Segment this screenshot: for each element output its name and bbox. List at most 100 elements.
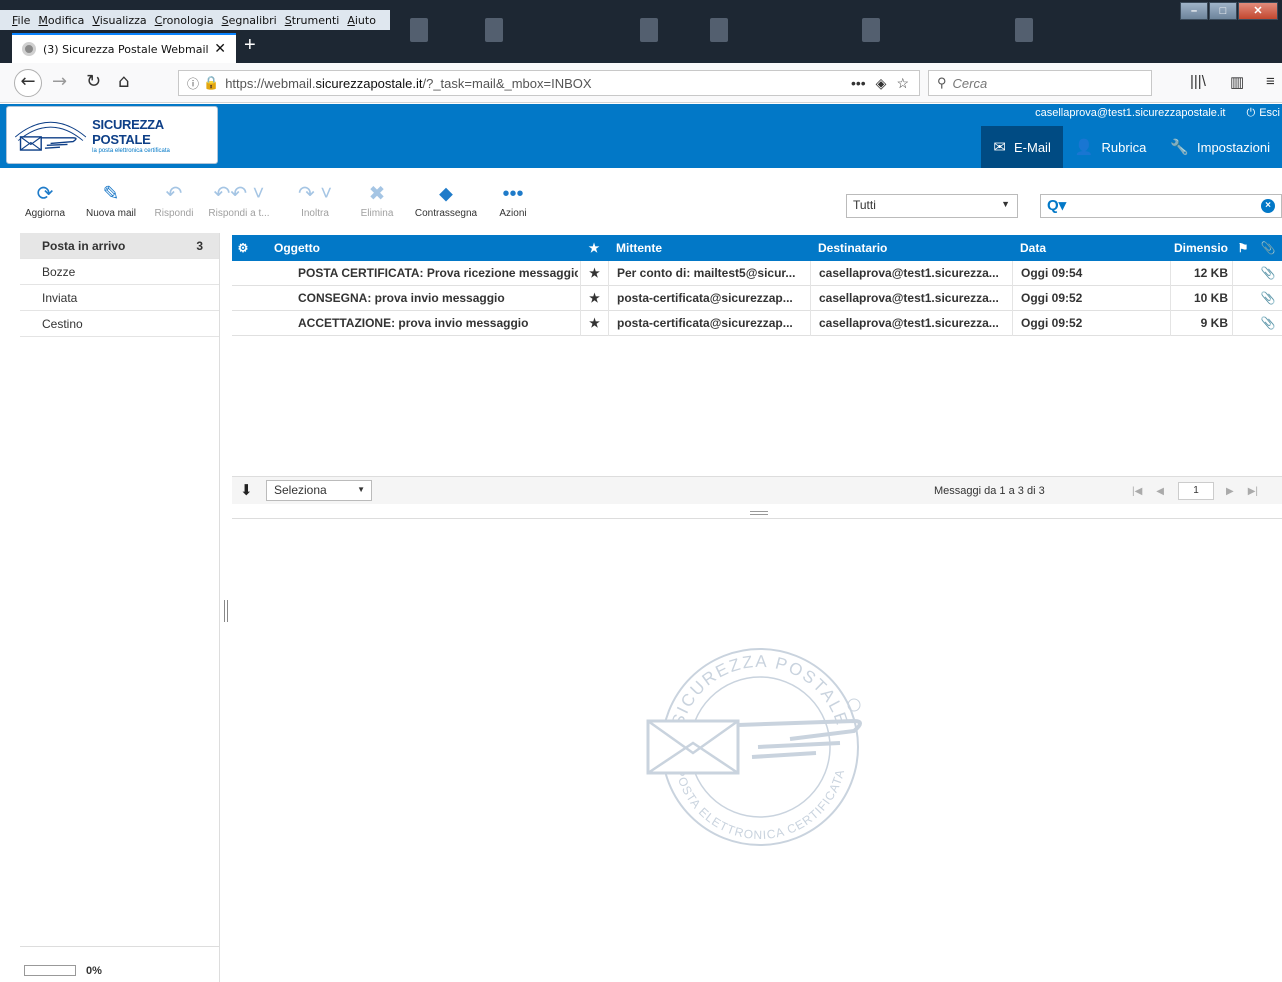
back-arrow-icon[interactable]: ←	[14, 69, 42, 97]
message-preview-pane: SICUREZZA POSTALE POSTA ELETTRONICA CERT…	[232, 518, 1282, 982]
forward-arrow-icon[interactable]: →	[52, 71, 67, 92]
quota-indicator: 0%	[20, 946, 220, 982]
column-to[interactable]: Destinatario	[810, 235, 1012, 261]
refresh-button[interactable]: ⟳ Aggiorna	[22, 180, 68, 219]
folder-inbox[interactable]: Posta in arrivo 3	[20, 233, 219, 259]
svg-text:SICUREZZA POSTALE: SICUREZZA POSTALE	[668, 652, 852, 729]
logo-mark-icon	[14, 121, 87, 151]
forward-button[interactable]: ↷ ˅ Inoltra	[290, 180, 340, 219]
wrench-icon: 🔧	[1170, 139, 1190, 156]
reply-icon: ↶	[165, 183, 183, 205]
reply-button[interactable]: ↶ Rispondi	[150, 180, 198, 219]
pocket-icon[interactable]: ◈	[876, 75, 887, 92]
delete-button[interactable]: ✖ Elimina	[356, 180, 398, 219]
library-icon[interactable]: |||\	[1190, 73, 1206, 90]
maximize-button[interactable]: □	[1209, 2, 1237, 20]
select-dropdown[interactable]: Seleziona ▼	[266, 480, 372, 501]
menu-file[interactable]: File	[12, 14, 30, 27]
column-star-icon[interactable]: ★	[580, 235, 608, 261]
preview-resize-handle[interactable]	[750, 511, 768, 515]
browser-search-input[interactable]: ⚲ Cerca	[928, 70, 1152, 96]
power-icon: ⏻	[1246, 107, 1256, 119]
nav-impostazioni[interactable]: 🔧 Impostazioni	[1158, 126, 1282, 168]
sidebar-icon[interactable]: ▥	[1230, 73, 1244, 91]
prev-page-icon[interactable]: ◀	[1156, 486, 1164, 497]
tab-title: (3) Sicurezza Postale Webmail ::	[43, 42, 209, 56]
mark-button[interactable]: ⬥ Contrassegna	[410, 180, 482, 219]
column-attachment-icon[interactable]: 📎	[1254, 235, 1282, 261]
reload-icon[interactable]: ↻	[86, 71, 101, 92]
message-row[interactable]: POSTA CERTIFICATA: Prova ricezione messa…	[232, 261, 1282, 286]
brand-name: SICUREZZA POSTALE	[92, 116, 164, 147]
last-page-icon[interactable]: ▶|	[1248, 486, 1258, 497]
reply-all-icon: ↶↶ ˅	[213, 183, 265, 205]
svg-text:POSTA ELETTRONICA CERTIFICATA: POSTA ELETTRONICA CERTIFICATA	[673, 767, 848, 842]
home-icon[interactable]: ⌂	[118, 71, 129, 92]
nav-rubrica[interactable]: 👤 Rubrica	[1063, 126, 1158, 168]
first-page-icon[interactable]: |◀	[1132, 486, 1142, 497]
search-icon: ⚲	[937, 75, 947, 90]
tag-icon: ⬥	[439, 183, 453, 205]
minimize-button[interactable]: –	[1180, 2, 1208, 20]
list-options-gear-icon[interactable]: ⚙	[234, 235, 252, 261]
logout-button[interactable]: ⏻ Esci	[1247, 107, 1280, 119]
top-navigation: ✉ E-Mail 👤 Rubrica 🔧 Impostazioni	[981, 126, 1282, 168]
window-close-button[interactable]: ✕	[1238, 2, 1278, 20]
menu-modifica[interactable]: Modifica	[38, 14, 84, 27]
sidebar-resize-handle[interactable]	[224, 600, 228, 622]
threads-arrow-down-icon[interactable]: ⬇	[240, 481, 253, 499]
bookmark-star-icon[interactable]: ☆	[896, 75, 909, 92]
menu-cronologia[interactable]: Cronologia	[155, 14, 214, 27]
column-flag-icon[interactable]: ⚑	[1232, 235, 1254, 261]
page-actions-icon[interactable]: •••	[851, 75, 866, 91]
hamburger-menu-icon[interactable]: ≡	[1266, 73, 1275, 90]
message-count: Messaggi da 1 a 3 di 3	[934, 485, 1045, 497]
mail-search-input[interactable]: Q▾ ×	[1040, 194, 1282, 218]
menu-segnalibri[interactable]: Segnalibri	[222, 14, 277, 27]
column-subject[interactable]: Oggetto	[274, 235, 574, 261]
attachment-icon: 📎	[1260, 266, 1276, 280]
next-page-icon[interactable]: ▶	[1226, 486, 1234, 497]
star-icon[interactable]: ★	[580, 311, 608, 336]
search-options-icon[interactable]: Q▾	[1047, 196, 1066, 214]
app-header: SICUREZZA POSTALE la posta elettronica c…	[0, 104, 1282, 168]
menu-aiuto[interactable]: Aiuto	[347, 14, 376, 27]
compose-button[interactable]: ✎ Nuova mail	[82, 180, 140, 219]
filter-select[interactable]: Tutti ▼	[846, 194, 1018, 218]
message-row[interactable]: CONSEGNA: prova invio messaggio ★ posta-…	[232, 286, 1282, 311]
delete-x-icon: ✖	[368, 183, 386, 205]
page-number-input[interactable]: 1	[1178, 482, 1214, 500]
mail-toolbar: ⟳ Aggiorna ✎ Nuova mail ↶ Rispondi ↶↶ ˅ Risp…	[0, 180, 840, 230]
star-icon[interactable]: ★	[580, 261, 608, 286]
column-from[interactable]: Mittente	[608, 235, 810, 261]
star-icon[interactable]: ★	[580, 286, 608, 311]
message-row[interactable]: ACCETTAZIONE: prova invio messaggio ★ po…	[232, 311, 1282, 336]
person-icon: 👤	[1074, 139, 1094, 156]
user-info: casellaprova@test1.sicurezzapostale.it ⏻…	[1017, 107, 1280, 120]
logo[interactable]: SICUREZZA POSTALE la posta elettronica c…	[6, 106, 218, 164]
new-tab-icon[interactable]: +	[244, 34, 256, 57]
message-list: ⚙ Oggetto ★ Mittente Destinatario Data D…	[232, 235, 1282, 336]
clear-search-icon[interactable]: ×	[1261, 199, 1275, 213]
menu-strumenti[interactable]: Strumenti	[285, 14, 340, 27]
menu-visualizza[interactable]: Visualizza	[92, 14, 146, 27]
folder-drafts[interactable]: Bozze	[20, 259, 219, 285]
tab-close-icon[interactable]: ✕	[214, 41, 226, 57]
actions-button[interactable]: ••• Azioni	[492, 180, 534, 219]
pagination: |◀ ◀ 1 ▶ ▶|	[1132, 482, 1272, 500]
column-date[interactable]: Data	[1012, 235, 1170, 261]
nav-email[interactable]: ✉ E-Mail	[981, 126, 1063, 168]
chevron-down-icon: ▼	[357, 485, 365, 494]
reply-all-button[interactable]: ↶↶ ˅ Rispondi a t...	[204, 180, 274, 219]
folder-sent[interactable]: Inviata	[20, 285, 219, 311]
browser-tab[interactable]: (3) Sicurezza Postale Webmail :: ✕	[12, 33, 236, 63]
column-size[interactable]: Dimensio	[1170, 235, 1232, 261]
attachment-icon: 📎	[1260, 316, 1276, 330]
brand-tagline: la posta elettronica certificata	[92, 147, 170, 154]
url-bar[interactable]: ⓘ 🔒 https://webmail.sicurezzapostale.it/…	[178, 70, 920, 96]
folder-trash[interactable]: Cestino	[20, 311, 219, 337]
url-text[interactable]: https://webmail.sicurezzapostale.it/?_ta…	[225, 76, 851, 91]
quota-bar	[24, 965, 76, 976]
more-dots-icon: •••	[502, 183, 524, 205]
info-icon[interactable]: ⓘ	[187, 75, 199, 92]
